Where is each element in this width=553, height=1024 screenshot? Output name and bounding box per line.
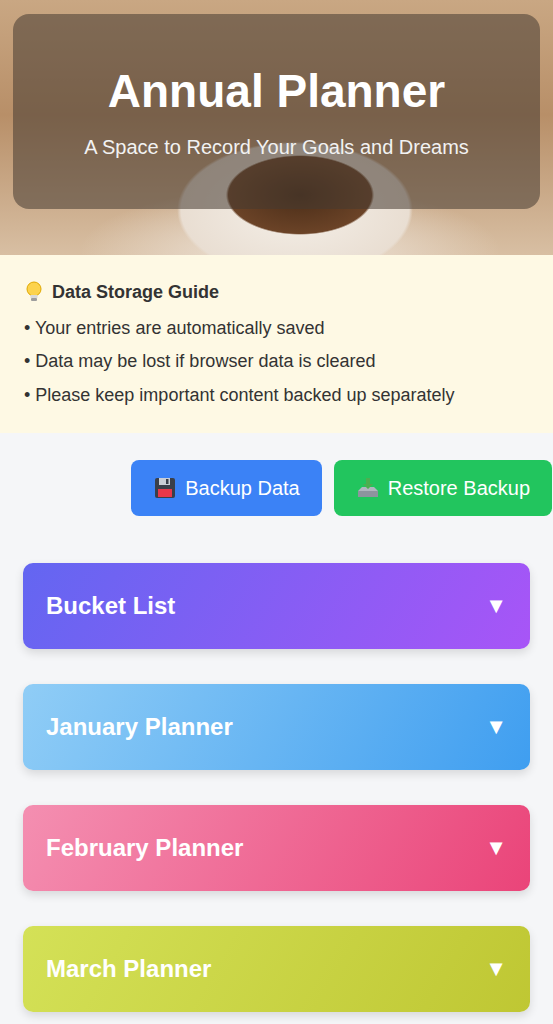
storage-guide: Data Storage Guide • Your entries are aut… [0,255,553,433]
chevron-icon: ▼ [485,593,507,619]
annual-planner-page: Annual Planner A Space to Record Your Goa… [0,0,553,1024]
chevron-icon: ▼ [485,956,507,982]
section-list: Bucket List▼January Planner▼February Pla… [0,516,553,1012]
guide-item: • Please keep important content backed u… [24,384,529,407]
lightbulb-icon [24,281,44,303]
hero-card: Annual Planner A Space to Record Your Goa… [13,14,540,209]
hero-photo: Annual Planner A Space to Record Your Goa… [0,0,553,255]
section-header[interactable]: February Planner ▼ [23,805,530,891]
guide-title: Data Storage Guide [24,281,529,303]
backup-button[interactable]: Backup Data [131,460,322,516]
hero-title: Annual Planner [108,64,445,118]
section-title: March Planner [46,955,211,983]
guide-item: • Your entries are automatically saved [24,317,529,340]
download-tray-icon [356,476,380,500]
section-title: February Planner [46,834,243,862]
hero-subtitle: A Space to Record Your Goals and Dreams [84,136,469,159]
section-header[interactable]: Bucket List ▼ [23,563,530,649]
section-title: January Planner [46,713,233,741]
button-row: Backup DataRestore Backup [0,433,553,516]
floppy-disk-icon [153,476,177,500]
section-header[interactable]: January Planner ▼ [23,684,530,770]
restore-button[interactable]: Restore Backup [334,460,552,516]
section-title: Bucket List [46,592,175,620]
guide-item: • Data may be lost if browser data is cl… [24,350,529,373]
chevron-icon: ▼ [485,835,507,861]
section-header[interactable]: March Planner ▼ [23,926,530,1012]
chevron-icon: ▼ [485,714,507,740]
